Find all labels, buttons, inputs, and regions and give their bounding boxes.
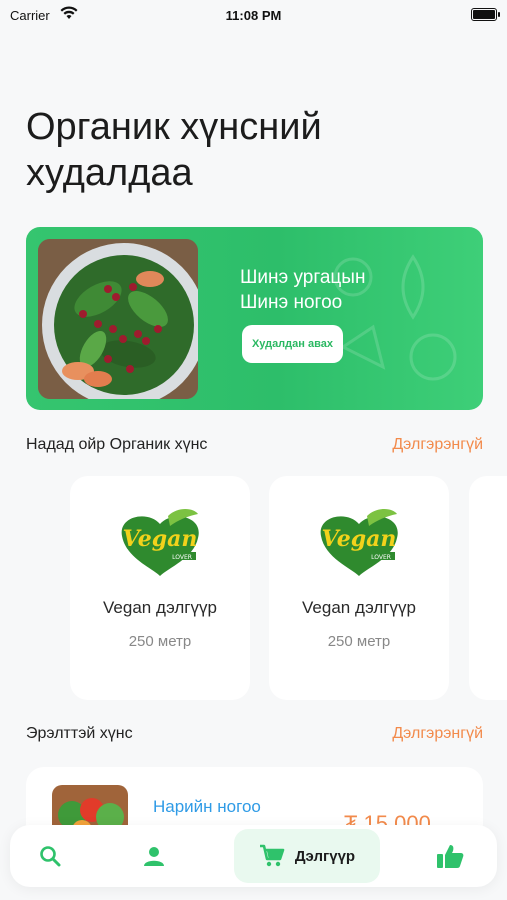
logo-text: Vegan <box>123 526 198 552</box>
bottom-tab-bar: Дэлгүүр <box>10 825 497 887</box>
tab-favorites[interactable] <box>430 825 470 887</box>
nearby-section-title: Надад ойр Органик хүнс <box>26 436 208 453</box>
popular-section-title: Эрэлттэй хүнс <box>26 725 133 742</box>
store-distance: 250 метр <box>128 633 192 650</box>
logo-text: Vegan <box>322 526 397 552</box>
buy-button[interactable]: Худалдан авах <box>242 325 343 363</box>
promo-banner[interactable]: Шинэ ургацын Шинэ ногоо Худалдан авах <box>26 227 483 410</box>
store-name: Vegan дэлгүүр <box>103 598 217 617</box>
logo-subtext: LOVER <box>172 554 192 561</box>
store-name: Vegan дэлгүүр <box>302 598 416 617</box>
banner-line1: Шинэ ургацын <box>240 267 366 288</box>
vegan-lover-logo: Vegan LOVER <box>121 509 199 576</box>
store-distance: 250 метр <box>327 633 391 650</box>
thumbs-up-icon <box>437 845 464 868</box>
user-icon <box>144 847 164 866</box>
store-card[interactable]: Vegan LOVER Vegan дэлгүүр 250 метр <box>269 476 449 700</box>
status-bar: Carrier 11:08 PM <box>0 0 507 32</box>
banner-line2: Шинэ ногоо <box>240 292 343 313</box>
tab-profile[interactable] <box>134 825 174 887</box>
vegan-lover-logo: Vegan LOVER <box>320 509 398 576</box>
status-time: 11:08 PM <box>225 8 282 23</box>
popular-more-link[interactable]: Дэлгэрэнгүй <box>392 725 483 743</box>
popular-section-header: Эрэлттэй хүнс Дэлгэрэнгүй <box>26 723 483 745</box>
salad-image <box>38 239 198 399</box>
tab-shop-label: Дэлгүүр <box>294 847 356 865</box>
logo-subtext: LOVER <box>371 554 391 561</box>
nearby-more-link[interactable]: Дэлгэрэнгүй <box>392 436 483 454</box>
tab-shop[interactable]: Дэлгүүр <box>234 829 380 883</box>
store-card-peek[interactable] <box>469 476 507 700</box>
banner-text: Шинэ ургацын Шинэ ногоо <box>240 265 365 315</box>
product-name: Нарийн ногоо <box>153 797 261 816</box>
cart-icon <box>259 844 285 867</box>
vegetable-pattern-icon <box>333 254 457 381</box>
nearby-section-header: Надад ойр Органик хүнс Дэлгэрэнгүй <box>26 434 483 456</box>
page-title: Органик хүнсний худалдаа <box>26 106 322 194</box>
tab-search[interactable] <box>30 825 70 887</box>
battery-icon <box>471 8 500 21</box>
search-icon <box>40 846 61 867</box>
store-card[interactable]: Vegan LOVER Vegan дэлгүүр 250 метр <box>70 476 250 700</box>
